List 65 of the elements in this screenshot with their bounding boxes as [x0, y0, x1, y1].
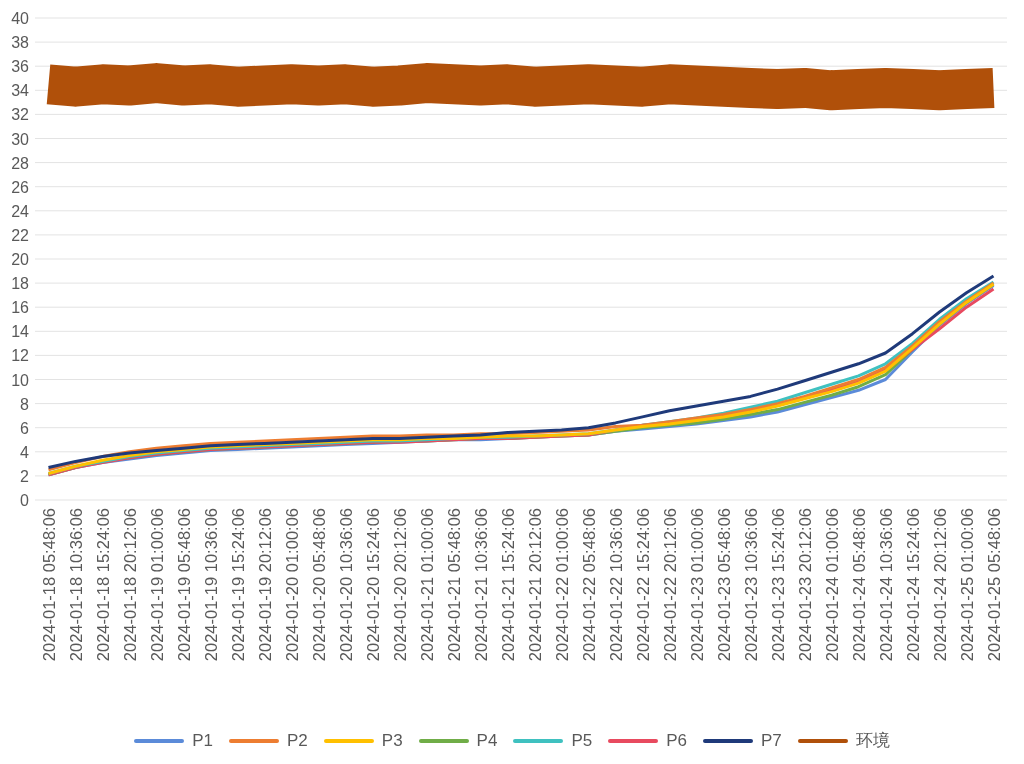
x-tick-label: 2024-01-18 10:36:06 — [66, 508, 85, 662]
x-tick-label: 2024-01-24 15:24:06 — [903, 508, 922, 662]
x-tick-label: 2024-01-23 15:24:06 — [768, 508, 787, 662]
legend-label: P1 — [192, 729, 213, 752]
y-tick-label: 12 — [11, 347, 29, 365]
x-tick-label: 2024-01-18 20:12:06 — [120, 508, 139, 662]
x-tick-label: 2024-01-19 01:00:06 — [147, 508, 166, 662]
y-tick-label: 32 — [11, 106, 29, 124]
y-tick-label: 0 — [20, 492, 29, 509]
x-tick-label: 2024-01-23 01:00:06 — [687, 508, 706, 662]
x-tick-label: 2024-01-21 10:36:06 — [471, 508, 490, 662]
legend-label: P2 — [287, 729, 308, 752]
legend-label: P5 — [571, 729, 593, 752]
x-tick-label: 2024-01-23 10:36:06 — [741, 508, 760, 662]
x-tick-label: 2024-01-24 10:36:06 — [876, 508, 895, 662]
y-tick-label: 18 — [11, 275, 29, 293]
x-tick-label: 2024-01-21 15:24:06 — [498, 508, 517, 662]
y-tick-label: 38 — [11, 34, 29, 52]
x-tick-label: 2024-01-21 05:48:06 — [444, 508, 463, 662]
x-tick-label: 2024-01-21 20:12:06 — [525, 508, 544, 662]
x-tick-label: 2024-01-24 20:12:06 — [930, 508, 949, 662]
y-tick-label: 16 — [11, 299, 29, 317]
x-tick-label: 2024-01-19 10:36:06 — [201, 508, 220, 662]
y-tick-label: 28 — [11, 154, 29, 172]
x-tick-label: 2024-01-24 01:00:06 — [822, 508, 841, 662]
x-tick-label: 2024-01-20 15:24:06 — [363, 508, 382, 662]
y-tick-label: 20 — [11, 251, 29, 268]
x-tick-label: 2024-01-18 05:48:06 — [39, 508, 58, 662]
x-tick-label: 2024-01-25 05:48:06 — [984, 508, 1003, 662]
x-tick-label: 2024-01-20 01:00:06 — [282, 508, 301, 662]
x-tick-label: 2024-01-23 05:48:06 — [714, 508, 733, 662]
y-tick-label: 26 — [11, 178, 29, 196]
x-tick-label: 2024-01-19 15:24:06 — [228, 508, 247, 662]
y-tick-label: 34 — [11, 82, 29, 100]
x-tick-label: 2024-01-20 05:48:06 — [309, 508, 328, 662]
y-tick-label: 4 — [20, 443, 29, 461]
y-tick-label: 30 — [11, 130, 29, 148]
legend-label: P4 — [476, 729, 498, 752]
x-tick-label: 2024-01-22 20:12:06 — [660, 508, 679, 662]
x-tick-label: 2024-01-25 01:00:06 — [957, 508, 976, 662]
x-tick-label: 2024-01-21 01:00:06 — [417, 508, 436, 662]
x-tick-label: 2024-01-22 01:00:06 — [552, 508, 571, 662]
legend-label: P3 — [381, 729, 403, 752]
y-tick-label: 24 — [11, 202, 29, 220]
y-tick-label: 6 — [20, 419, 29, 437]
x-tick-label: 2024-01-24 05:48:06 — [849, 508, 868, 662]
y-tick-label: 2 — [20, 467, 29, 485]
legend-label: P6 — [666, 729, 687, 752]
legend-label: P7 — [761, 729, 782, 752]
x-tick-label: 2024-01-23 20:12:06 — [795, 508, 814, 662]
x-tick-label: 2024-01-19 05:48:06 — [174, 508, 193, 662]
legend-label: 环境 — [855, 729, 890, 752]
y-tick-label: 8 — [20, 395, 29, 413]
x-tick-label: 2024-01-20 20:12:06 — [390, 508, 409, 662]
y-tick-label: 22 — [11, 226, 29, 244]
y-tick-label: 10 — [11, 371, 29, 389]
x-tick-label: 2024-01-22 05:48:06 — [579, 508, 598, 662]
x-tick-label: 2024-01-22 10:36:06 — [606, 508, 625, 662]
x-tick-label: 2024-01-18 15:24:06 — [93, 508, 112, 662]
y-tick-label: 36 — [11, 58, 29, 76]
x-tick-label: 2024-01-19 20:12:06 — [255, 508, 274, 662]
y-tick-label: 14 — [11, 323, 29, 341]
y-tick-label: 40 — [11, 10, 29, 27]
x-tick-label: 2024-01-22 15:24:06 — [633, 508, 652, 662]
x-tick-label: 2024-01-20 10:36:06 — [336, 508, 355, 662]
